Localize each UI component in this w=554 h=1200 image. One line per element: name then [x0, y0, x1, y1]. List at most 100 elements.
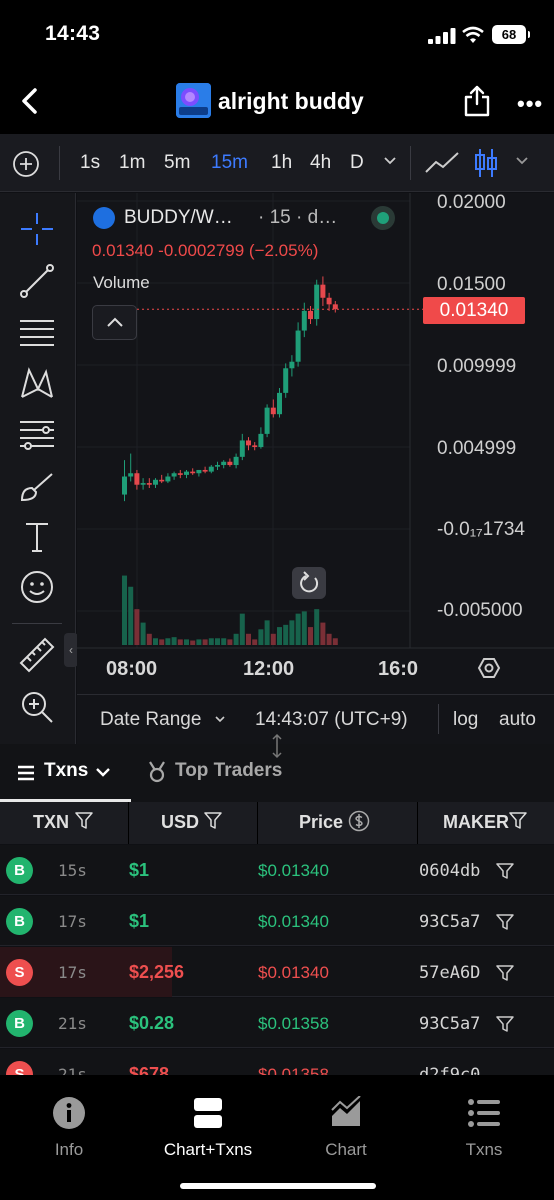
more-options-button[interactable]: ••• [517, 91, 543, 117]
auto-scale-toggle[interactable]: auto [499, 709, 536, 731]
timeframe-d[interactable]: D [350, 152, 364, 174]
column-header-usd[interactable]: USD [161, 812, 199, 833]
filter-maker-icon[interactable] [496, 1016, 514, 1032]
volume-bar [146, 633, 152, 645]
battery-indicator: 68 [492, 25, 530, 44]
nav-chart[interactable]: Chart [291, 1095, 401, 1160]
volume-bar [283, 624, 289, 645]
txn-type-badge: B [6, 908, 33, 935]
column-header-price[interactable]: Price [299, 812, 343, 833]
chart-type-dropdown-icon[interactable] [515, 156, 529, 166]
tool-divider [12, 623, 62, 624]
x-axis-label: 16:0 [378, 658, 419, 680]
status-time: 14:43 [45, 22, 101, 45]
nav-txns[interactable]: Txns [429, 1096, 539, 1160]
crosshair-icon[interactable] [18, 210, 56, 248]
candle [190, 471, 196, 474]
nav-label: Chart+Txns [163, 1140, 253, 1159]
column-divider [257, 802, 258, 844]
text-tool-icon[interactable] [18, 518, 56, 556]
txn-maker[interactable]: 0604db [419, 861, 480, 881]
filter-icon[interactable] [509, 812, 527, 829]
txn-maker[interactable]: 57eA6D [419, 963, 480, 983]
live-status-indicator [371, 206, 395, 230]
collapse-legend-button[interactable] [92, 305, 137, 340]
volume-bar [196, 639, 202, 645]
candle [270, 407, 276, 415]
timeframe-5m[interactable]: 5m [164, 152, 190, 174]
ruler-icon[interactable] [18, 636, 56, 674]
volume-bar [246, 633, 251, 645]
ohlc-readout: 0.01340 -0.0002799 (−2.05%) [92, 241, 319, 260]
fib-levels-icon[interactable] [18, 416, 56, 454]
share-icon[interactable] [463, 85, 491, 117]
candle [277, 392, 282, 415]
timeframe-15m[interactable]: 15m [211, 152, 248, 174]
nav-info[interactable]: Info [14, 1096, 124, 1160]
chevron-down-icon[interactable] [214, 715, 226, 724]
txn-usd: $0.28 [129, 1013, 175, 1033]
candlestick-icon[interactable] [474, 146, 498, 180]
timeframe-4h[interactable]: 4h [310, 152, 331, 174]
column-header-txn[interactable]: TXN [33, 812, 69, 833]
candle [246, 440, 251, 446]
filter-maker-icon[interactable] [496, 965, 514, 981]
candle [332, 304, 338, 310]
reset-chart-button[interactable] [292, 567, 326, 599]
trend-line-icon[interactable] [18, 262, 56, 300]
page-title: alright buddy [218, 88, 364, 114]
parallel-lines-icon[interactable] [18, 313, 56, 351]
filter-icon[interactable] [75, 812, 93, 829]
txn-maker[interactable]: 93C5a7 [419, 912, 480, 932]
column-divider [128, 802, 129, 844]
volume-bar [122, 575, 127, 645]
txn-age: 17s [58, 912, 87, 931]
timeframe-1m[interactable]: 1m [119, 152, 145, 174]
txn-age: 17s [58, 963, 87, 982]
pair-name: BUDDY/W… [124, 207, 233, 228]
back-button[interactable] [17, 86, 43, 116]
volume-bar [252, 639, 258, 645]
timeframe-1h[interactable]: 1h [271, 152, 292, 174]
candle [153, 479, 158, 485]
emoji-icon[interactable] [18, 568, 56, 606]
chevron-down-icon[interactable] [95, 767, 111, 778]
filter-maker-icon[interactable] [496, 914, 514, 930]
volume-bar [233, 633, 239, 645]
log-scale-toggle[interactable]: log [453, 709, 478, 731]
line-chart-icon[interactable] [424, 150, 460, 176]
date-range-button[interactable]: Date Range [100, 709, 201, 731]
token-logo-art [176, 83, 211, 118]
txn-price: $0.01340 [258, 912, 329, 931]
chart-settings-icon[interactable] [477, 656, 501, 680]
filter-icon[interactable] [204, 812, 222, 829]
candle [165, 476, 171, 482]
candle [308, 310, 313, 320]
txn-age: 15s [58, 861, 87, 880]
candle [227, 461, 233, 466]
timeframe-1s[interactable]: 1s [80, 152, 100, 174]
column-header-maker[interactable]: MAKER [443, 812, 509, 833]
chart-txns-icon [194, 1098, 222, 1128]
nav-chart-txns[interactable]: Chart+Txns [153, 1096, 263, 1160]
timeframe-dropdown-icon[interactable] [383, 156, 397, 166]
pattern-tool-icon[interactable] [18, 364, 56, 402]
home-indicator [180, 1183, 376, 1189]
toolbar-collapse-handle[interactable]: ‹ [64, 633, 78, 667]
candle [202, 469, 208, 472]
volume-bar [165, 638, 171, 645]
currency-toggle-icon[interactable] [348, 810, 370, 832]
volume-bar [128, 586, 134, 645]
volume-bar [215, 638, 220, 645]
add-indicator-icon[interactable] [12, 150, 40, 178]
medal-icon [149, 761, 165, 783]
tab-top-traders[interactable]: Top Traders [175, 760, 282, 782]
tab-txns[interactable]: Txns [44, 760, 88, 782]
volume-bar [208, 638, 214, 645]
pair-interval: · 15 · d… [258, 207, 338, 228]
filter-maker-icon[interactable] [496, 863, 514, 879]
brush-icon[interactable] [18, 468, 56, 506]
resize-handle-icon[interactable] [269, 733, 285, 759]
zoom-in-icon[interactable] [18, 688, 56, 726]
txn-maker[interactable]: 93C5a7 [419, 1014, 480, 1034]
